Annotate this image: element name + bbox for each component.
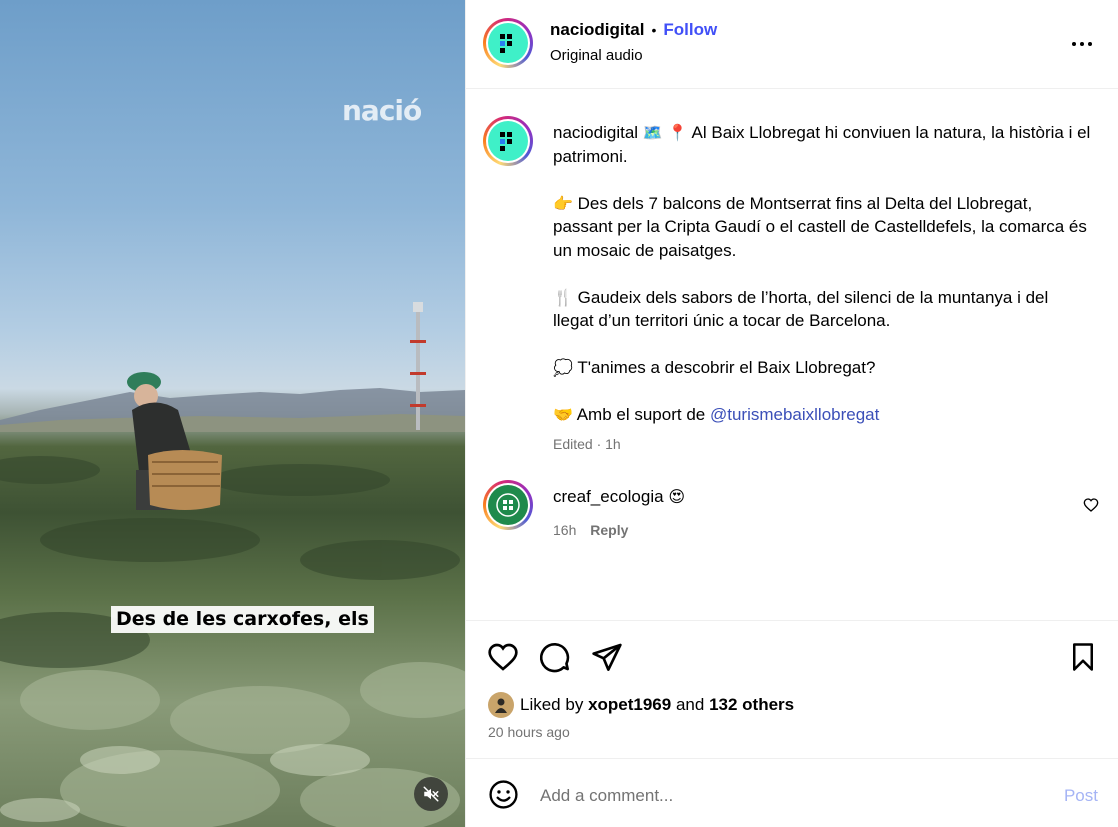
video-subtitle: Des de les carxofes, els — [111, 606, 374, 633]
handshake-emoji: 🤝 — [553, 405, 573, 424]
mention-link[interactable]: @turismebaixllobregat — [710, 405, 879, 424]
reply-button[interactable]: Reply — [590, 522, 628, 538]
caption-para-3: 🍴 Gaudeix dels sabors de l’horta, del si… — [553, 286, 1093, 333]
heart-eyes-emoji: 😍 — [668, 487, 685, 506]
author-username[interactable]: naciodigital — [550, 20, 644, 40]
person-silhouette-icon — [495, 698, 507, 713]
creaf-logo-icon — [496, 493, 520, 517]
caption-para-4: 💭 T'animes a descobrir el Baix Llobregat… — [553, 356, 1093, 380]
post-caption: naciodigital 🗺️ 📍 Al Baix Llobregat hi c… — [553, 121, 1093, 456]
paper-plane-icon[interactable] — [591, 641, 623, 673]
caption-para-5: 🤝 Amb el suport de @turismebaixllobregat — [553, 403, 1093, 427]
mute-button[interactable] — [414, 777, 448, 811]
caption-para-1: naciodigital 🗺️ 📍 Al Baix Llobregat hi c… — [553, 121, 1093, 168]
edited-timestamp: Edited · 1h — [553, 435, 621, 452]
heart-icon[interactable] — [487, 641, 519, 673]
caption-text-4: T'animes a descobrir el Baix Llobregat? — [577, 358, 876, 377]
liked-by-prefix: Liked by — [520, 695, 584, 714]
liker-username[interactable]: xopet1969 — [588, 695, 671, 715]
thought-bubble-emoji: 💭 — [553, 358, 573, 377]
pointing-hand-emoji: 👉 — [553, 193, 573, 213]
farmer-figure — [127, 372, 222, 510]
more-horizontal-icon[interactable] — [1070, 34, 1094, 54]
header-title-row: naciodigital • Follow — [550, 20, 717, 40]
post-time[interactable]: 20 hours ago — [488, 724, 570, 740]
audio-label[interactable]: Original audio — [550, 47, 643, 64]
likes-summary: Liked by xopet1969 and 132 others — [488, 692, 794, 718]
caption-para-2: 👉 Des dels 7 balcons de Montserrat fins … — [553, 192, 1093, 263]
liker-avatar[interactable] — [488, 692, 514, 718]
video-watermark: nació — [342, 94, 422, 127]
comment-meta: 16h Reply — [553, 522, 628, 538]
speaker-muted-icon — [423, 786, 439, 802]
follow-button[interactable]: Follow — [663, 20, 717, 40]
caption-text-3: Gaudeix dels sabors de l’horta, del sile… — [553, 287, 1049, 331]
liked-and: and — [675, 695, 705, 714]
commenter-avatar[interactable] — [483, 480, 533, 530]
likes-others-link[interactable]: 132 others — [709, 695, 794, 715]
commenter-username[interactable]: creaf_ecologia — [553, 487, 664, 506]
comments-section[interactable]: naciodigital 🗺️ 📍 Al Baix Llobregat hi c… — [466, 89, 1118, 621]
caption-avatar[interactable] — [483, 116, 533, 166]
smiley-icon[interactable] — [488, 779, 519, 810]
bookmark-icon[interactable] — [1068, 641, 1098, 673]
caption-text-5: Amb el suport de — [576, 405, 706, 424]
post-panel: naciodigital • Follow Original audio nac… — [465, 0, 1118, 827]
fork-knife-emoji: 🍴 — [553, 287, 573, 307]
nacio-logo-icon — [500, 34, 512, 53]
post-header: naciodigital • Follow Original audio — [466, 0, 1118, 89]
author-avatar[interactable] — [483, 18, 533, 68]
comment-time: 16h — [553, 522, 577, 538]
post-comment-button[interactable]: Post — [1064, 786, 1098, 806]
separator-dot: • — [651, 22, 657, 38]
caption-text-2: Des dels 7 balcons de Montserrat fins al… — [553, 193, 1087, 260]
nacio-logo-icon — [500, 132, 512, 151]
comment-like-heart-icon[interactable] — [1083, 497, 1099, 513]
add-comment-bar: Post — [466, 760, 1118, 827]
video-player[interactable]: nació Des de les carxofes, els — [0, 0, 465, 827]
caption-username[interactable]: naciodigital — [553, 123, 638, 142]
comment-icon[interactable] — [539, 641, 571, 673]
comment-input[interactable] — [540, 784, 1010, 808]
comment-row: creaf_ecologia 😍 — [553, 487, 685, 507]
map-pin-emoji: 🗺️ 📍 — [642, 123, 688, 142]
